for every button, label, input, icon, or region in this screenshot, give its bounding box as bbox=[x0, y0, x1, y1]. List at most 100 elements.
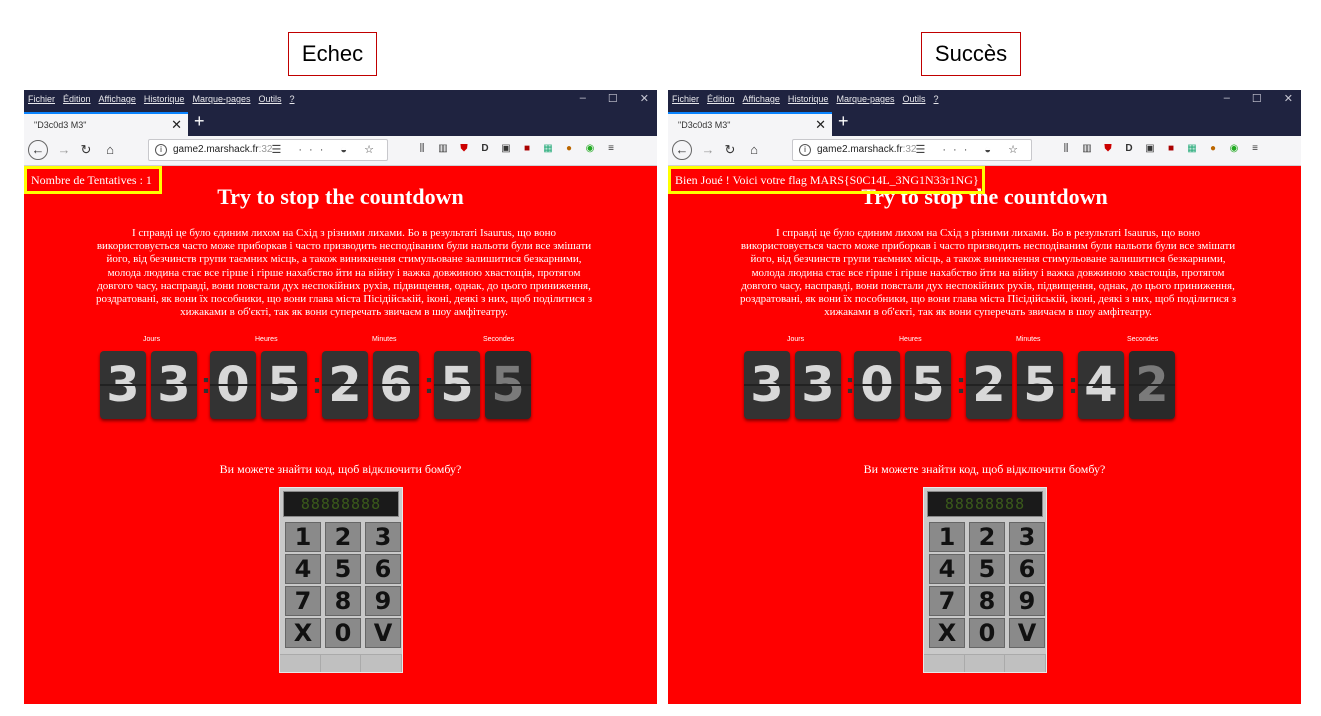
library-icon[interactable]: ⫼ bbox=[1060, 143, 1072, 155]
separator: : bbox=[424, 367, 434, 400]
keypad-display: 88888888 bbox=[283, 491, 399, 517]
label-hours: Heures bbox=[255, 336, 278, 343]
home-icon[interactable]: ⌂ bbox=[100, 140, 120, 160]
key-2[interactable]: 2 bbox=[969, 522, 1005, 552]
page-actions[interactable]: ☰ ··· ◒ ☆ bbox=[915, 143, 1025, 156]
library-icon[interactable]: ⫼ bbox=[416, 143, 428, 155]
site-info-icon[interactable]: i bbox=[799, 144, 811, 156]
key-validate[interactable]: V bbox=[1009, 618, 1045, 648]
extension-red-icon[interactable]: ■ bbox=[521, 143, 533, 155]
digit-days-units: 3 bbox=[795, 351, 841, 419]
maximize-icon[interactable]: ☐ bbox=[1252, 92, 1262, 105]
extension-grid-icon[interactable]: ▦ bbox=[1186, 143, 1198, 155]
back-icon[interactable]: ← bbox=[28, 140, 48, 160]
key-0[interactable]: 0 bbox=[969, 618, 1005, 648]
tab-title: "D3c0d3 M3" bbox=[678, 120, 731, 130]
url-bar[interactable]: i game2.marshack.fr:32 ☰ ··· ◒ ☆ bbox=[148, 139, 388, 161]
key-4[interactable]: 4 bbox=[285, 554, 321, 584]
url-host: game2.marshack.fr bbox=[173, 144, 259, 155]
tab-close-icon[interactable]: ✕ bbox=[171, 117, 182, 133]
menu-item-help[interactable]: ? bbox=[290, 94, 295, 104]
key-6[interactable]: 6 bbox=[365, 554, 401, 584]
reload-icon[interactable]: ↻ bbox=[720, 140, 740, 160]
menu-item-historique[interactable]: Historique bbox=[144, 94, 185, 104]
extension-box-icon[interactable]: ▣ bbox=[1144, 143, 1156, 155]
forward-icon[interactable]: → bbox=[54, 140, 74, 160]
key-8[interactable]: 8 bbox=[969, 586, 1005, 616]
home-icon[interactable]: ⌂ bbox=[744, 140, 764, 160]
extension-palette-icon[interactable]: ● bbox=[563, 143, 575, 155]
site-info-icon[interactable]: i bbox=[155, 144, 167, 156]
key-2[interactable]: 2 bbox=[325, 522, 361, 552]
key-9[interactable]: 9 bbox=[1009, 586, 1045, 616]
key-clear[interactable]: X bbox=[285, 618, 321, 648]
extension-red-icon[interactable]: ■ bbox=[1165, 143, 1177, 155]
maximize-icon[interactable]: ☐ bbox=[608, 92, 618, 105]
extension-grid-icon[interactable]: ▦ bbox=[542, 143, 554, 155]
new-tab-icon[interactable]: + bbox=[838, 111, 849, 132]
menu-item-edition[interactable]: Édition bbox=[63, 94, 91, 104]
key-1[interactable]: 1 bbox=[285, 522, 321, 552]
nav-bar: ← → ↻ ⌂ i game2.marshack.fr:32 ☰ ··· ◒ ☆… bbox=[24, 136, 657, 166]
key-6[interactable]: 6 bbox=[1009, 554, 1045, 584]
key-0[interactable]: 0 bbox=[325, 618, 361, 648]
menu-item-historique[interactable]: Historique bbox=[788, 94, 829, 104]
menu-item-fichier[interactable]: Fichier bbox=[28, 94, 55, 104]
digit-days-units: 3 bbox=[151, 351, 197, 419]
key-1[interactable]: 1 bbox=[929, 522, 965, 552]
menu-icon[interactable]: ≡ bbox=[605, 143, 617, 155]
digit-minutes-tens: 2 bbox=[966, 351, 1012, 419]
sidebar-icon[interactable]: ▥ bbox=[437, 143, 449, 155]
key-9[interactable]: 9 bbox=[365, 586, 401, 616]
menu-item-marque-pages[interactable]: Marque-pages bbox=[192, 94, 250, 104]
page-actions[interactable]: ☰ ··· ◒ ☆ bbox=[271, 143, 381, 156]
forward-icon[interactable]: → bbox=[698, 140, 718, 160]
new-tab-icon[interactable]: + bbox=[194, 111, 205, 132]
extension-d-icon[interactable]: D bbox=[479, 143, 491, 155]
close-window-icon[interactable]: ✕ bbox=[640, 92, 649, 105]
tab-close-icon[interactable]: ✕ bbox=[815, 117, 826, 133]
key-3[interactable]: 3 bbox=[1009, 522, 1045, 552]
extension-green-icon[interactable]: ◉ bbox=[1228, 143, 1240, 155]
separator: : bbox=[956, 367, 966, 400]
label-days: Jours bbox=[143, 336, 161, 343]
tab-d3c0d3[interactable]: "D3c0d3 M3" ✕ bbox=[24, 112, 188, 136]
extension-palette-icon[interactable]: ● bbox=[1207, 143, 1219, 155]
caption-echec: Echec bbox=[288, 32, 377, 76]
ublock-icon[interactable]: ⛊ bbox=[1102, 143, 1114, 155]
digit-days-tens: 3 bbox=[100, 351, 146, 419]
toolbar-icons: ⫼ ▥ ⛊ D ▣ ■ ▦ ● ◉ ≡ bbox=[416, 143, 617, 155]
menu-item-help[interactable]: ? bbox=[934, 94, 939, 104]
key-7[interactable]: 7 bbox=[285, 586, 321, 616]
tab-d3c0d3[interactable]: "D3c0d3 M3" ✕ bbox=[668, 112, 832, 136]
key-4[interactable]: 4 bbox=[929, 554, 965, 584]
key-validate[interactable]: V bbox=[365, 618, 401, 648]
key-8[interactable]: 8 bbox=[325, 586, 361, 616]
minimize-icon[interactable]: – bbox=[580, 92, 586, 105]
close-window-icon[interactable]: ✕ bbox=[1284, 92, 1293, 105]
key-3[interactable]: 3 bbox=[365, 522, 401, 552]
menu-item-affichage[interactable]: Affichage bbox=[743, 94, 780, 104]
menu-item-outils[interactable]: Outils bbox=[259, 94, 282, 104]
menu-item-fichier[interactable]: Fichier bbox=[672, 94, 699, 104]
back-icon[interactable]: ← bbox=[672, 140, 692, 160]
key-clear[interactable]: X bbox=[929, 618, 965, 648]
key-7[interactable]: 7 bbox=[929, 586, 965, 616]
menu-item-edition[interactable]: Édition bbox=[707, 94, 735, 104]
key-5[interactable]: 5 bbox=[325, 554, 361, 584]
sidebar-icon[interactable]: ▥ bbox=[1081, 143, 1093, 155]
extension-d-icon[interactable]: D bbox=[1123, 143, 1135, 155]
extension-green-icon[interactable]: ◉ bbox=[584, 143, 596, 155]
menu-item-outils[interactable]: Outils bbox=[903, 94, 926, 104]
url-bar[interactable]: i game2.marshack.fr:32 ☰ ··· ◒ ☆ bbox=[792, 139, 1032, 161]
minimize-icon[interactable]: – bbox=[1224, 92, 1230, 105]
reload-icon[interactable]: ↻ bbox=[76, 140, 96, 160]
ublock-icon[interactable]: ⛊ bbox=[458, 143, 470, 155]
page-content: Try to stop the countdown Nombre de Tent… bbox=[24, 166, 657, 704]
menu-icon[interactable]: ≡ bbox=[1249, 143, 1261, 155]
key-5[interactable]: 5 bbox=[969, 554, 1005, 584]
extension-box-icon[interactable]: ▣ bbox=[500, 143, 512, 155]
menu-item-affichage[interactable]: Affichage bbox=[99, 94, 136, 104]
digit-minutes-tens: 2 bbox=[322, 351, 368, 419]
menu-item-marque-pages[interactable]: Marque-pages bbox=[836, 94, 894, 104]
